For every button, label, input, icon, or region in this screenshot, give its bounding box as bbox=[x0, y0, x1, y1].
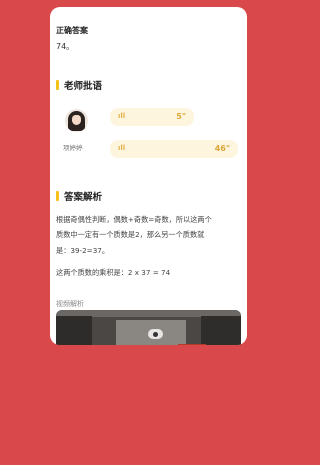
voice-duration: 46" bbox=[214, 144, 230, 153]
voice-message-2[interactable]: ıll 46" bbox=[110, 140, 238, 158]
teacher-comment-header: 老师批语 bbox=[56, 78, 102, 92]
sound-wave-icon: ıll bbox=[118, 144, 126, 152]
teacher-avatar bbox=[65, 109, 88, 132]
correct-answer-label: 正确答案 bbox=[56, 26, 88, 35]
video-player-thumbnail[interactable] bbox=[56, 310, 241, 345]
correct-answer-value: 74。 bbox=[56, 42, 75, 51]
section-accent-bar bbox=[56, 80, 59, 90]
analysis-line-4: 这两个质数的乘积是：2 x 37 = 74 bbox=[56, 268, 171, 277]
video-analysis-label: 视频解析 bbox=[56, 300, 84, 308]
analysis-title: 答案解析 bbox=[64, 192, 103, 203]
teacher-name: 项婷婷 bbox=[63, 144, 83, 152]
sound-wave-icon: ıll bbox=[118, 112, 126, 120]
section-accent-bar bbox=[56, 191, 59, 201]
analysis-line-2: 质数中一定有一个质数是2，那么另一个质数就 bbox=[56, 230, 205, 239]
analysis-header: 答案解析 bbox=[56, 189, 102, 203]
answer-card: 正确答案 74。 老师批语 项婷婷 ıll 5" ıll 46" 答案解析 根据… bbox=[50, 7, 247, 345]
teacher-comment-title: 老师批语 bbox=[64, 81, 103, 92]
analysis-line-1: 根据奇偶性判断，偶数+奇数=奇数，所以这两个 bbox=[56, 215, 212, 224]
voice-duration: 5" bbox=[176, 112, 186, 121]
analysis-line-3: 是：39-2=37。 bbox=[56, 246, 110, 255]
voice-message-1[interactable]: ıll 5" bbox=[110, 108, 194, 126]
